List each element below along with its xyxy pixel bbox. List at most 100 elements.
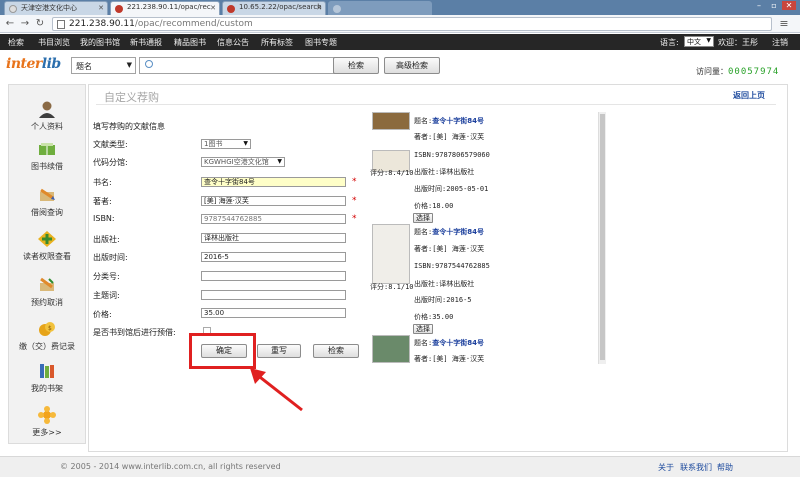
menu-icon[interactable]: ≡	[778, 18, 790, 30]
logout-link[interactable]: 注销	[772, 37, 788, 48]
page-icon	[57, 20, 65, 29]
back-arrow-icon[interactable]: ←	[4, 18, 16, 30]
language-select[interactable]: 中文 ▼	[684, 36, 714, 47]
reset-button[interactable]: 重写	[257, 344, 301, 358]
result-title-link[interactable]: 查令十字街84号	[432, 228, 484, 236]
code-select[interactable]: KGWHGI空港文化馆 ▼	[201, 157, 285, 167]
price-input[interactable]: 35.00	[201, 308, 346, 318]
sidebar-item-renew[interactable]: 图书续借	[8, 140, 86, 172]
pubdate-input[interactable]: 2016-5	[201, 252, 346, 262]
doc-type-value: 1图书	[204, 140, 223, 148]
doc-type-select[interactable]: 1图书 ▼	[201, 139, 251, 149]
isbn-input[interactable]: 9787544762885	[201, 214, 346, 224]
select-button[interactable]: 选择	[413, 213, 433, 223]
list-item-title: 题名:查令十字街84号	[414, 227, 484, 237]
isbn-label: ISBN:	[93, 214, 115, 223]
reserve-cancel-icon	[37, 276, 57, 294]
search-field-select[interactable]: 题名 ▼	[71, 57, 136, 74]
logo-text-lib: lib	[41, 56, 61, 72]
close-window-icon[interactable]: ✕	[782, 1, 796, 10]
author-input[interactable]: [美] 海莲·汉芙	[201, 196, 346, 206]
nav-item-all-tags[interactable]: 所有标签	[261, 37, 293, 48]
subject-label: 主题词:	[93, 291, 120, 300]
subject-input[interactable]	[201, 290, 346, 300]
nav-item-search[interactable]: 检索	[8, 37, 24, 48]
permission-icon	[37, 230, 57, 248]
form-search-button[interactable]: 检索	[313, 344, 359, 358]
sidebar-item-bookshelf[interactable]: 我的书架	[8, 362, 86, 394]
tab-label: 10.65.2.22/opac/search	[239, 3, 322, 11]
language-value: 中文	[687, 38, 701, 46]
title-divider	[96, 104, 776, 105]
browser-tab-3[interactable]: 10.65.2.22/opac/search ✕	[222, 1, 326, 15]
footer-link-help[interactable]: 帮助	[717, 462, 733, 473]
interlib-logo[interactable]: interlib	[6, 56, 66, 76]
chevron-down-icon: ▼	[277, 158, 282, 165]
annotation-arrow-icon	[250, 368, 303, 412]
search-input[interactable]	[139, 57, 336, 74]
browser-tab-1[interactable]: 天津空港文化中心 ✕	[4, 1, 108, 15]
result-title-link[interactable]: 查令十字街84号	[432, 117, 484, 125]
site-top-nav: 检索 书目浏览 我的图书馆 新书通报 精品图书 信息公告 所有标签 图书专题 语…	[0, 34, 800, 50]
publisher-input[interactable]: 译林出版社	[201, 233, 346, 243]
close-icon[interactable]: ✕	[210, 4, 216, 12]
close-icon[interactable]: ✕	[98, 4, 104, 12]
nav-item-topics[interactable]: 图书专题	[305, 37, 337, 48]
forward-arrow-icon[interactable]: →	[19, 18, 31, 30]
browser-tab-bar: 天津空港文化中心 ✕ 221.238.90.11/opac/rec ✕ 10.6…	[0, 0, 800, 15]
footer-link-contact[interactable]: 联系我们	[680, 462, 712, 473]
logo-text-inter: inter	[6, 56, 42, 72]
browser-tab-4[interactable]	[328, 1, 432, 15]
nav-item-new-books[interactable]: 新书通报	[130, 37, 162, 48]
browser-tab-2[interactable]: 221.238.90.11/opac/rec ✕	[110, 1, 220, 15]
tab-label: 221.238.90.11/opac/rec	[127, 3, 211, 11]
visits-value: 00057974	[728, 67, 780, 77]
results-scrollbar-thumb[interactable]	[600, 114, 605, 360]
url-input[interactable]: 221.238.90.11/opac/recommend/custom	[52, 17, 772, 31]
results-list: 题名:查令十字街84号 著者:[美] 海莲·汉芙 ISBN:9787806579…	[370, 110, 598, 364]
search-button[interactable]: 检索	[333, 57, 379, 74]
nav-item-my-library[interactable]: 我的图书馆	[80, 37, 120, 48]
select-button[interactable]: 选择	[413, 324, 433, 334]
result-rating: 评分:8.1/10	[370, 283, 414, 291]
result-pubdate: 出版时间:2016-5	[414, 296, 472, 304]
sidebar-item-more[interactable]: 更多>>	[8, 406, 86, 438]
page-icon	[9, 5, 17, 13]
class-input[interactable]	[201, 271, 346, 281]
language-label: 语言:	[660, 38, 679, 47]
sidebar-item-borrow-query[interactable]: 借阅查询	[8, 186, 86, 218]
title-input[interactable]: 查令十字街84号	[201, 177, 346, 187]
sidebar-item-label: 图书续借	[31, 162, 63, 171]
book-cover	[372, 112, 410, 130]
sidebar-item-permissions[interactable]: 读者权限查看	[8, 230, 86, 262]
sidebar-item-reserve-cancel[interactable]: 预约取消	[8, 276, 86, 308]
minimize-icon[interactable]: –	[752, 1, 766, 10]
result-title-link[interactable]: 查令十字街84号	[432, 339, 484, 347]
url-path: /opac/recommend/custom	[134, 19, 253, 29]
maximize-icon[interactable]: ▫	[767, 1, 781, 10]
sidebar-item-label: 缴（交）费记录	[19, 342, 75, 351]
sidebar-item-label: 借阅查询	[31, 208, 63, 217]
nav-item-featured[interactable]: 精品图书	[174, 37, 206, 48]
tab-label: 天津空港文化中心	[21, 4, 77, 12]
chevron-down-icon: ▼	[126, 61, 132, 69]
advanced-search-button[interactable]: 高级检索	[384, 57, 440, 74]
title-label: 书名:	[93, 178, 112, 187]
result-title-label: 题名:	[414, 117, 433, 125]
sidebar-item-profile[interactable]: 个人资料	[8, 100, 86, 132]
book-renew-icon	[37, 140, 57, 158]
required-mark: *	[352, 177, 357, 187]
address-bar: ← → ↻ 221.238.90.11/opac/recommend/custo…	[0, 15, 800, 33]
back-link[interactable]: 返回上页	[733, 90, 765, 101]
footer-link-about[interactable]: 关于	[658, 462, 674, 473]
nav-item-notices[interactable]: 信息公告	[217, 37, 249, 48]
list-item-title: 题名:查令十字街84号	[414, 338, 484, 348]
reload-icon[interactable]: ↻	[34, 18, 46, 30]
close-icon[interactable]: ✕	[316, 4, 322, 12]
result-author: 著者:[美] 海莲·汉芙	[414, 245, 485, 253]
list-item-title: 题名:查令十字街84号	[414, 116, 484, 126]
chevron-down-icon: ▼	[706, 37, 711, 44]
nav-item-browse[interactable]: 书目浏览	[38, 37, 70, 48]
page-title: 自定义荐购	[104, 91, 159, 104]
sidebar-item-fees[interactable]: $ 缴（交）费记录	[8, 320, 86, 352]
